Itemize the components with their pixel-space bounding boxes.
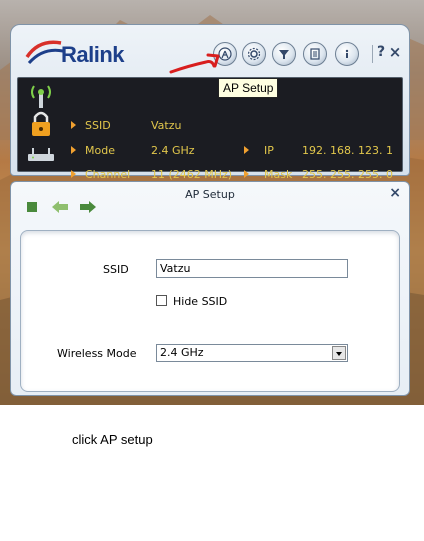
mask-label: Mask xyxy=(264,168,293,181)
mode-bullet-icon xyxy=(71,146,76,154)
filter-icon xyxy=(279,50,289,59)
ip-bullet-icon xyxy=(244,146,249,154)
statistics-button[interactable] xyxy=(303,42,327,66)
router-icon xyxy=(28,148,54,161)
ip-label: IP xyxy=(264,144,274,157)
ralink-window: Ralink ? × SSID Vatzu Mode 2.4 GHz Chann… xyxy=(10,24,410,181)
screenshot-area: Ralink ? × SSID Vatzu Mode 2.4 GHz Chann… xyxy=(0,0,424,405)
annotation-arrow-icon xyxy=(169,53,220,74)
hide-ssid-label: Hide SSID xyxy=(173,295,228,308)
lock-icon xyxy=(32,111,50,136)
filter-button[interactable] xyxy=(272,42,296,66)
help-button[interactable]: ? xyxy=(374,44,388,60)
channel-bullet-icon xyxy=(71,170,76,178)
mask-value: 255. 255. 255. 0 xyxy=(302,168,393,181)
back-arrow-icon[interactable] xyxy=(51,200,69,214)
ap-setup-tooltip: AP Setup xyxy=(218,78,279,98)
about-button[interactable] xyxy=(335,42,359,66)
signal-icon xyxy=(31,85,51,108)
mode-value: 2.4 GHz xyxy=(151,144,195,157)
instruction-caption: click AP setup xyxy=(72,432,153,447)
ssid-field-label: SSID xyxy=(103,263,129,276)
wireless-mode-label: Wireless Mode xyxy=(57,347,137,360)
ssid-bullet-icon xyxy=(71,121,76,129)
info-icon xyxy=(345,49,349,58)
ssid-label: SSID xyxy=(85,119,111,132)
ip-value: 192. 168. 123. 1 xyxy=(302,144,393,157)
close-button[interactable]: × xyxy=(388,43,402,61)
mode-label: Mode xyxy=(85,144,115,157)
chevron-down-icon[interactable] xyxy=(332,346,346,360)
ap-setup-close-button[interactable]: × xyxy=(389,185,401,201)
forward-arrow-icon[interactable] xyxy=(79,200,97,214)
ssid-input[interactable]: Vatzu xyxy=(156,259,348,278)
wireless-mode-select[interactable]: 2.4 GHz xyxy=(156,344,348,362)
gear-icon xyxy=(247,47,261,61)
status-panel: SSID Vatzu Mode 2.4 GHz Channel 11 (2462… xyxy=(17,77,403,181)
brand-name: Ralink xyxy=(61,42,125,67)
channel-label: Channel xyxy=(85,168,131,181)
status-icons xyxy=(28,85,54,161)
ralink-swoosh-icon xyxy=(25,40,64,65)
stop-icon[interactable] xyxy=(27,202,37,212)
ap-setup-form: SSID Vatzu Hide SSID Wireless Mode 2.4 G… xyxy=(20,230,400,392)
ap-setup-window: AP Setup × SSID Vatzu Hide SSID Wireless… xyxy=(10,181,410,396)
document-icon xyxy=(310,48,320,60)
wireless-mode-value: 2.4 GHz xyxy=(160,346,204,359)
mask-bullet-icon xyxy=(244,170,249,178)
ssid-value: Vatzu xyxy=(151,119,182,132)
settings-button[interactable] xyxy=(242,42,266,66)
ap-setup-title: AP Setup xyxy=(185,188,235,201)
toolbar-separator xyxy=(372,45,373,63)
hide-ssid-checkbox[interactable] xyxy=(156,295,167,306)
ralink-logo: Ralink xyxy=(25,35,135,69)
channel-value: 11 (2462 MHz) xyxy=(151,168,233,181)
